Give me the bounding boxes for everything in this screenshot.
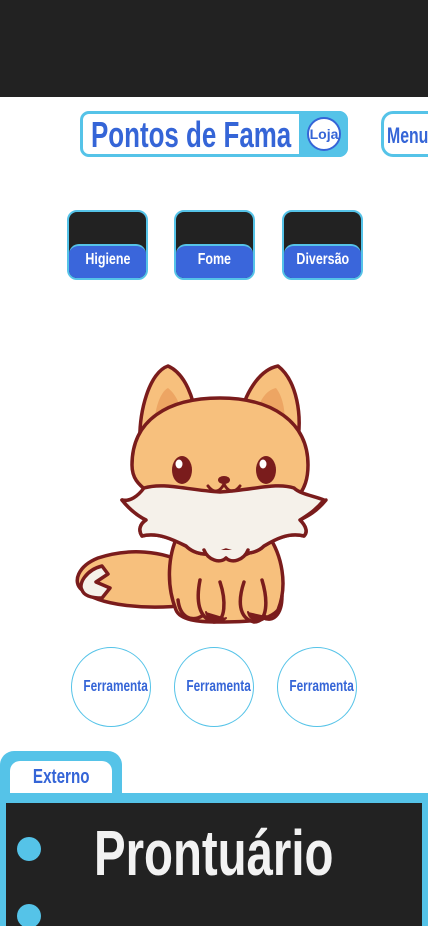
record-title: Prontuário [94, 817, 334, 889]
record-panel: Prontuário [0, 793, 428, 926]
tool-button-2[interactable]: Ferramenta [174, 647, 254, 727]
shop-icon[interactable]: Loja [307, 117, 341, 151]
shop-label[interactable]: Loja [309, 119, 339, 149]
menu-button[interactable]: Menu [381, 111, 428, 157]
fame-points-display: Pontos de Fama Loja [80, 111, 348, 157]
top-bar [0, 0, 428, 97]
bullet-icon [17, 904, 41, 926]
fox-pet-image[interactable] [68, 360, 336, 628]
menu-label[interactable]: Menu [387, 123, 428, 149]
stat-hygiene: Higiene [67, 210, 148, 280]
stat-fun: Diversão [282, 210, 363, 280]
tab-external-label[interactable]: Externo [33, 766, 90, 789]
tool-label-1[interactable]: Ferramenta [83, 678, 147, 696]
bullet-icon [17, 837, 41, 861]
shop-button[interactable]: Loja [299, 111, 348, 157]
stat-fun-label: Diversão [296, 251, 349, 268]
tool-label-3[interactable]: Ferramenta [289, 678, 353, 696]
tool-label-2[interactable]: Ferramenta [186, 678, 250, 696]
tool-button-3[interactable]: Ferramenta [277, 647, 357, 727]
record-panel-body: Prontuário [6, 803, 422, 926]
stat-hygiene-label: Higiene [84, 251, 131, 268]
fame-points-label: Pontos de Fama [91, 114, 292, 155]
tool-button-1[interactable]: Ferramenta [71, 647, 151, 727]
stat-hunger: Fome [174, 210, 255, 280]
stat-hunger-label: Fome [197, 251, 232, 268]
